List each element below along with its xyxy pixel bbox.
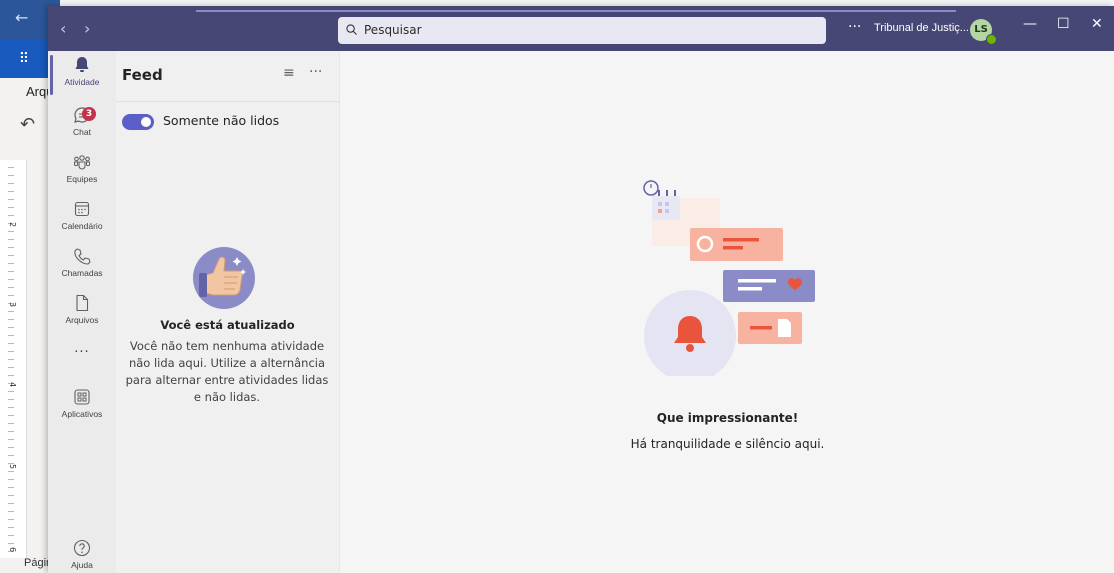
ruler-number: 5 [8, 463, 18, 470]
phone-icon [74, 248, 91, 265]
thumbs-up-illustration [193, 247, 255, 309]
ruler-number: 4 [8, 381, 18, 388]
feed-more-icon[interactable]: ··· [309, 64, 322, 80]
app-bar: Atividade Chat 3 Equipes Calendário Cham… [48, 51, 116, 573]
main-content: Que impressionante! Há tranquilidade e s… [339, 51, 1114, 573]
appbar-label: Calendário [61, 221, 103, 231]
empty-state-title: Você está atualizado [160, 318, 295, 332]
main-empty-title: Que impressionante! [656, 411, 799, 425]
feed-panel: Feed ≡ ··· Somente não lidos Você está a… [116, 51, 339, 573]
appbar-label: Chamadas [61, 268, 103, 278]
help-icon [73, 539, 91, 557]
appbar-label: Atividade [64, 77, 100, 87]
calendar-icon [74, 201, 90, 217]
chat-unread-badge: 3 [82, 107, 96, 121]
back-arrow-icon[interactable]: ← [15, 8, 28, 27]
vertical-ruler: 2 3 4 5 6 [0, 160, 27, 558]
maximize-icon[interactable]: ☐ [1057, 16, 1070, 32]
title-bar: ‹ › Pesquisar ··· Tribunal de Justiç... … [48, 6, 1114, 51]
appbar-item-calendar[interactable]: Calendário [48, 199, 116, 231]
nav-back-icon[interactable]: ‹ [60, 19, 66, 38]
appbar-label: Aplicativos [61, 409, 103, 419]
apps-icon [74, 389, 90, 405]
teams-window: ‹ › Pesquisar ··· Tribunal de Justiç... … [48, 6, 1114, 573]
appbar-item-more[interactable]: ··· [48, 341, 116, 360]
unread-only-toggle[interactable] [122, 114, 154, 130]
appbar-item-help[interactable]: Ajuda [48, 538, 116, 570]
filter-icon[interactable]: ≡ [283, 65, 295, 81]
more-options-icon[interactable]: ··· [848, 19, 861, 35]
search-placeholder: Pesquisar [364, 23, 422, 37]
file-icon [76, 294, 89, 312]
toggle-label: Somente não lidos [163, 113, 280, 128]
empty-state-body: Você não tem nenhuma atividade não lida … [125, 339, 329, 404]
appbar-item-chat[interactable]: Chat 3 [48, 105, 116, 137]
ruler-number: 2 [8, 221, 18, 228]
notifications-illustration [643, 180, 815, 376]
org-name[interactable]: Tribunal de Justiç... [874, 22, 969, 34]
presence-status-icon [986, 34, 997, 45]
feed-title: Feed [122, 66, 163, 84]
search-input[interactable]: Pesquisar [338, 17, 826, 44]
divider [116, 101, 339, 102]
teams-icon [74, 155, 90, 170]
minimize-icon[interactable]: — [1023, 16, 1037, 32]
main-empty-subtitle: Há tranquilidade e silêncio aqui. [630, 437, 825, 451]
appbar-item-files[interactable]: Arquivos [48, 293, 116, 325]
undo-icon[interactable]: ↶ [20, 114, 35, 135]
ruler-number: 6 [8, 546, 18, 553]
more-icon: ··· [74, 345, 90, 360]
toggle-knob [141, 117, 151, 127]
appbar-item-calls[interactable]: Chamadas [48, 246, 116, 278]
appbar-label: Equipes [66, 174, 98, 184]
appbar-item-activity[interactable]: Atividade [48, 55, 116, 97]
appbar-label: Arquivos [65, 315, 99, 325]
close-icon[interactable]: ✕ [1091, 16, 1103, 32]
bell-icon [75, 57, 89, 72]
ruler-number: 3 [8, 301, 18, 308]
appbar-label: Chat [73, 127, 91, 137]
nav-forward-icon[interactable]: › [84, 19, 90, 38]
search-icon [346, 24, 357, 35]
title-bar-accent-line [196, 10, 956, 12]
appbar-label: Ajuda [71, 560, 93, 570]
appbar-item-apps[interactable]: Aplicativos [48, 387, 116, 419]
app-launcher-icon[interactable]: ⠿ [0, 40, 48, 78]
appbar-item-teams[interactable]: Equipes [48, 152, 116, 184]
